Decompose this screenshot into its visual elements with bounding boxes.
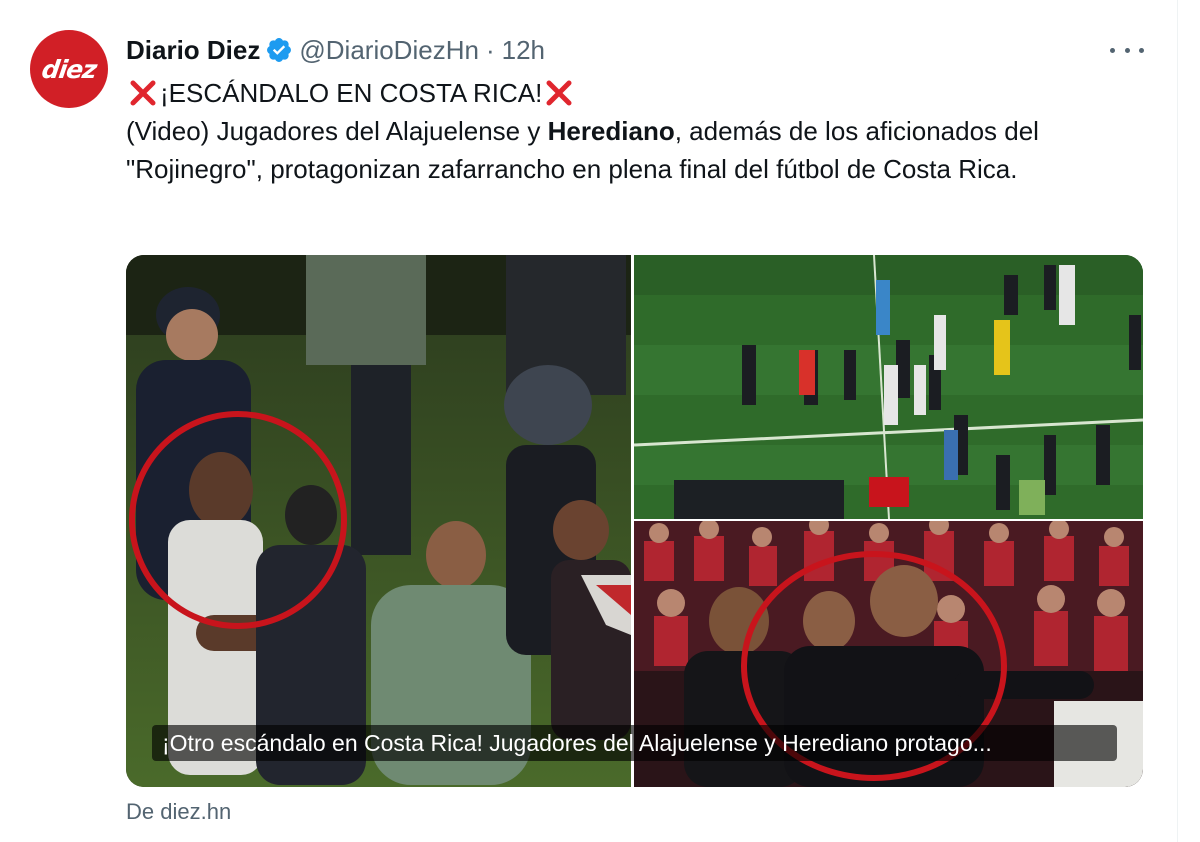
body-text-bold: Herediano	[547, 116, 675, 146]
avatar-logo-text: diez	[39, 54, 99, 84]
body-text-part1: (Video) Jugadores del Alajuelense y	[126, 116, 548, 146]
avatar[interactable]: diez	[30, 30, 108, 108]
column-divider	[1177, 0, 1178, 842]
more-options-icon[interactable]	[1110, 36, 1144, 64]
verified-badge-icon	[267, 38, 292, 62]
link-card-media[interactable]: ¡Otro escándalo en Costa Rica! Jugadores…	[126, 255, 1143, 787]
tweet-text: ¡ESCÁNDALO EN COSTA RICA! (Video) Jugado…	[126, 74, 1146, 188]
tweet-header: Diario Diez @DiarioDiezHn · 12h	[126, 33, 545, 67]
link-source[interactable]: De diez.hn	[126, 799, 231, 825]
meta-separator: ·	[485, 34, 495, 65]
red-x-icon	[546, 80, 572, 106]
red-x-icon	[130, 80, 156, 106]
author-handle[interactable]: @DiarioDiezHn	[299, 35, 479, 66]
photo-scuffle-closeup	[126, 255, 631, 787]
card-caption[interactable]: ¡Otro escándalo en Costa Rica! Jugadores…	[152, 725, 1117, 761]
tweet-headline: ¡ESCÁNDALO EN COSTA RICA!	[126, 74, 1146, 112]
headline-text: ¡ESCÁNDALO EN COSTA RICA!	[160, 78, 543, 108]
timestamp[interactable]: 12h	[502, 35, 545, 66]
photo-pitch-aerial	[634, 255, 1143, 519]
author-name[interactable]: Diario Diez	[126, 35, 260, 66]
tweet-body: (Video) Jugadores del Alajuelense y Here…	[126, 112, 1146, 188]
